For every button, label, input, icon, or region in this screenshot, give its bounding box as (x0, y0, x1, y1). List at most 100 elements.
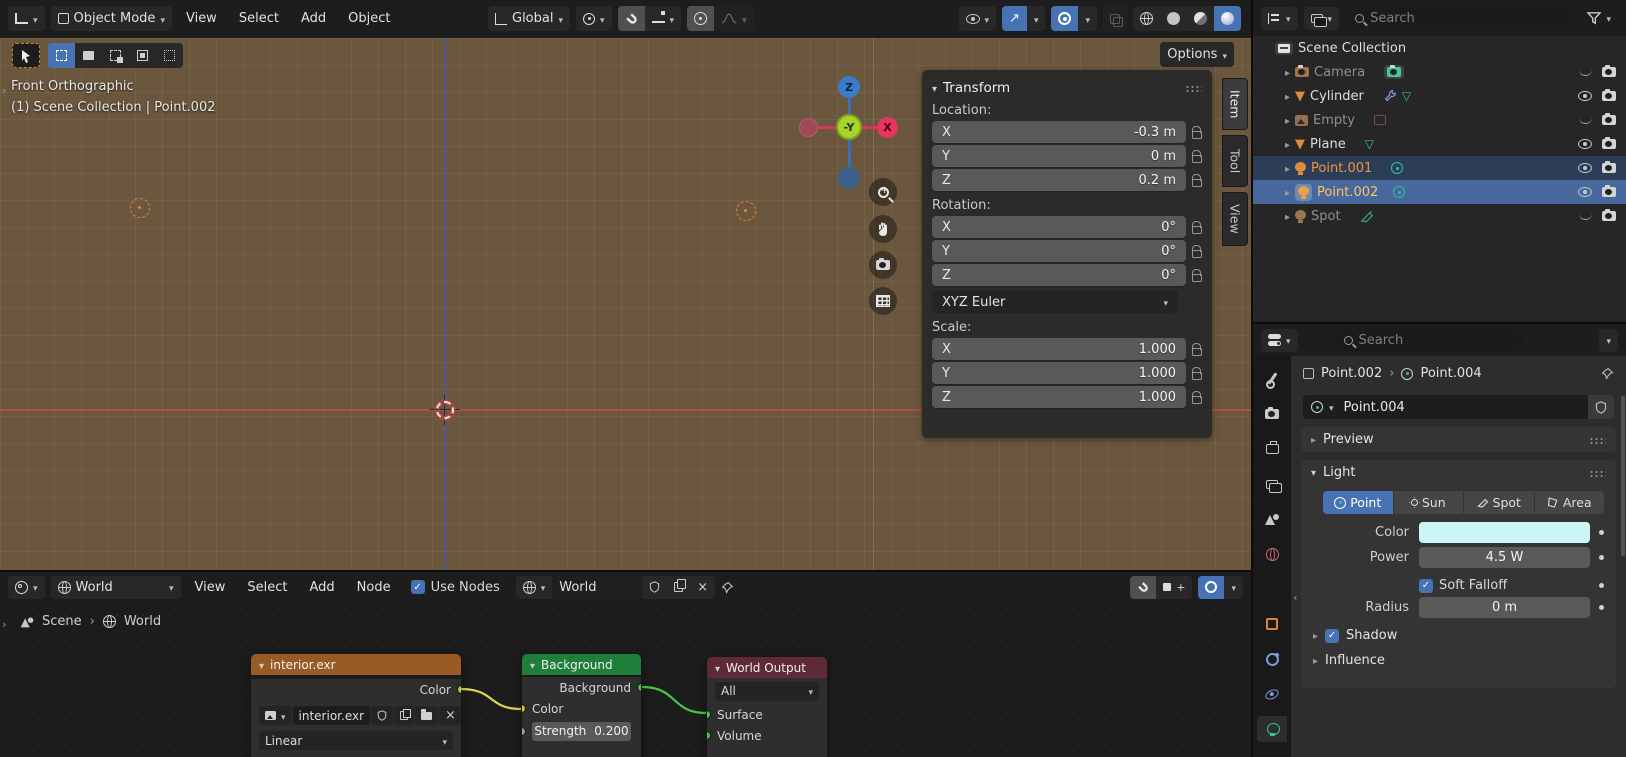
transform-orientation-dropdown[interactable]: Global (488, 6, 570, 31)
lock-icon[interactable] (1192, 131, 1202, 139)
lock-icon[interactable] (1192, 348, 1202, 356)
node-collapse-icon[interactable] (259, 658, 264, 672)
unlink-button[interactable] (439, 706, 461, 725)
outliner-id-filter-dropdown[interactable] (1304, 7, 1340, 30)
fake-user-button[interactable] (1588, 395, 1614, 419)
copy-button[interactable] (667, 576, 690, 599)
expand-icon[interactable] (1285, 113, 1290, 128)
tab-object-data[interactable] (1257, 716, 1287, 742)
scale-y-field[interactable]: Y1.000 (932, 362, 1186, 384)
use-nodes-toggle[interactable]: Use Nodes (411, 580, 500, 595)
hide-icon[interactable] (1578, 91, 1592, 101)
scale-z-field[interactable]: Z1.000 (932, 386, 1186, 408)
location-z-field[interactable]: Z0.2 m (932, 169, 1186, 191)
render-visibility-icon[interactable] (1602, 211, 1616, 221)
expand-icon[interactable] (1285, 89, 1290, 104)
shader-type-dropdown[interactable]: World (51, 576, 181, 599)
proportional-falloff-dropdown[interactable] (714, 6, 754, 31)
panel-drag-handle[interactable] (1588, 436, 1606, 444)
tab-physics[interactable] (1257, 681, 1287, 707)
location-y-field[interactable]: Y0 m (932, 145, 1186, 167)
select-mode-intersect-button[interactable] (156, 43, 183, 68)
expand-icon[interactable] (1285, 65, 1290, 80)
xray-toggle[interactable] (1103, 6, 1127, 31)
unlink-button[interactable] (690, 576, 715, 599)
strength-field[interactable]: Strength 0.200 (532, 722, 631, 741)
snap-settings-dropdown[interactable]: + (1156, 576, 1192, 599)
expand-icon[interactable] (1313, 653, 1318, 668)
breadcrumb-data[interactable]: Point.004 (1420, 366, 1481, 381)
toolbar-expand-arrow[interactable]: › (2, 84, 6, 97)
panel-drag-handle[interactable] (1184, 84, 1202, 92)
light-type-area-button[interactable]: Area (1535, 491, 1605, 514)
tab-view-layer[interactable] (1257, 471, 1287, 497)
render-visibility-icon[interactable] (1602, 67, 1616, 77)
expand-icon[interactable] (1311, 432, 1316, 447)
animate-dot[interactable] (1599, 605, 1604, 610)
tab-constraints[interactable] (1257, 646, 1287, 672)
expand-icon[interactable] (1285, 161, 1290, 176)
soft-falloff-checkbox[interactable] (1419, 579, 1433, 593)
scale-x-field[interactable]: X1.000 (932, 338, 1186, 360)
outliner-row-empty[interactable]: Empty (1253, 108, 1626, 132)
use-nodes-checkbox[interactable] (411, 580, 425, 594)
volume-input-socket[interactable] (707, 731, 711, 740)
properties-options-dropdown[interactable] (1599, 329, 1618, 352)
gizmo-settings-dropdown[interactable] (1027, 6, 1046, 31)
render-visibility-icon[interactable] (1602, 163, 1616, 173)
sidebar-tab-tool[interactable]: Tool (1222, 135, 1248, 187)
tab-object[interactable] (1257, 611, 1287, 637)
hide-icon[interactable] (1579, 117, 1592, 124)
rotation-z-field[interactable]: Z0° (932, 264, 1186, 286)
outliner-search-input[interactable] (1370, 11, 1564, 26)
outliner-filter-dropdown[interactable] (1580, 7, 1618, 30)
colorspace-dropdown[interactable]: Linear (259, 731, 453, 750)
sidebar-tab-item[interactable]: Item (1222, 78, 1248, 130)
surface-input-socket[interactable] (707, 710, 711, 719)
tab-output[interactable] (1257, 436, 1287, 462)
background-output-socket[interactable] (637, 683, 641, 692)
shadow-checkbox[interactable] (1325, 629, 1339, 643)
hide-icon[interactable] (1578, 163, 1592, 173)
outliner-row-scene-collection[interactable]: Scene Collection (1253, 36, 1626, 60)
tab-tool[interactable] (1257, 366, 1287, 392)
shader-canvas[interactable]: › Scene World interior.exr Color (0, 602, 1251, 757)
preview-panel-title[interactable]: Preview (1323, 432, 1374, 447)
show-gizmo-toggle[interactable]: ↗ (1002, 6, 1027, 31)
outliner-row-camera[interactable]: Camera (1253, 60, 1626, 84)
object-visibility-dropdown[interactable] (959, 6, 997, 31)
lock-icon[interactable] (1192, 274, 1202, 282)
pivot-point-dropdown[interactable] (576, 6, 612, 31)
outliner-row-point-002[interactable]: Point.002 (1253, 180, 1626, 204)
shading-material-button[interactable] (1187, 6, 1214, 31)
proportional-editing-toggle[interactable] (687, 6, 714, 31)
outliner-display-mode-dropdown[interactable] (1261, 7, 1298, 30)
tab-render[interactable] (1257, 401, 1287, 427)
editor-type-dropdown[interactable] (8, 6, 45, 31)
node-collapse-icon[interactable] (530, 658, 535, 672)
lock-icon[interactable] (1192, 250, 1202, 258)
render-visibility-icon[interactable] (1602, 139, 1616, 149)
rotation-x-field[interactable]: X0° (932, 216, 1186, 238)
menu-select[interactable]: Select (231, 11, 287, 26)
animate-dot[interactable] (1599, 530, 1604, 535)
outliner-row-point-001[interactable]: Point.001 (1253, 156, 1626, 180)
outliner-row-cylinder[interactable]: ▼ Cylinder ▽ (1253, 84, 1626, 108)
select-mode-extend-button[interactable] (75, 43, 102, 68)
menu-view[interactable]: View (187, 580, 234, 595)
properties-search-input[interactable] (1359, 333, 1514, 348)
hide-icon[interactable] (1578, 139, 1592, 149)
pin-icon[interactable] (721, 581, 734, 594)
lock-icon[interactable] (1192, 155, 1202, 163)
radius-field[interactable]: 0 m (1419, 597, 1590, 618)
menu-add[interactable]: Add (293, 11, 334, 26)
camera-view-button[interactable] (869, 251, 897, 279)
expand-icon[interactable] (1313, 628, 1318, 643)
shading-rendered-button[interactable] (1214, 6, 1241, 31)
viewport-canvas[interactable]: › Options Front Orthographic (1) Scene C… (0, 38, 1251, 570)
render-visibility-icon[interactable] (1602, 91, 1616, 101)
node-collapse-icon[interactable] (715, 661, 720, 675)
gizmo-axis-z[interactable]: Z (838, 76, 860, 98)
gizmo-axis-negz[interactable] (838, 167, 860, 189)
color-input-socket[interactable] (522, 704, 526, 713)
